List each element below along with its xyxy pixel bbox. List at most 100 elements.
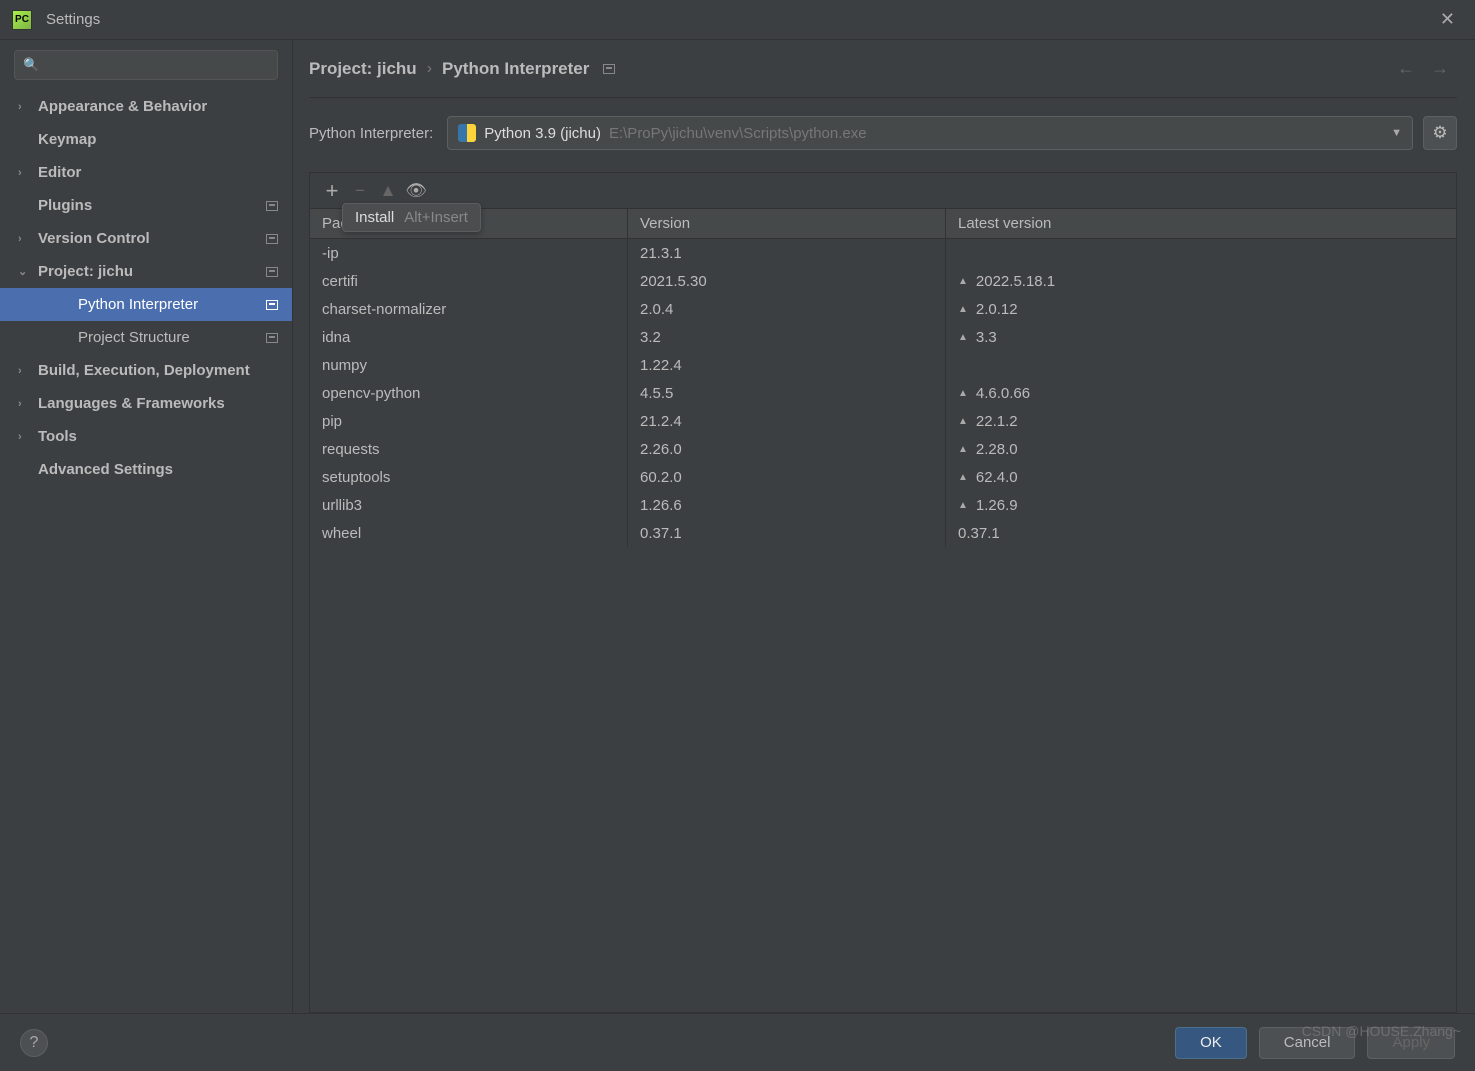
table-row[interactable]: numpy1.22.4: [310, 351, 1456, 379]
cell-package: idna: [310, 323, 628, 351]
window-title: Settings: [46, 11, 100, 28]
cell-version: 60.2.0: [628, 463, 946, 491]
cell-version: 2021.5.30: [628, 267, 946, 295]
sidebar-item-project-jichu[interactable]: ⌄Project: jichu: [0, 255, 292, 288]
chevron-icon: ›: [18, 431, 32, 443]
project-settings-icon: [266, 201, 278, 211]
cell-package: numpy: [310, 351, 628, 379]
header-latest[interactable]: Latest version: [946, 209, 1456, 238]
sidebar-item-keymap[interactable]: ›Keymap: [0, 123, 292, 156]
upgrade-available-icon: ▲: [958, 276, 968, 287]
gear-icon[interactable]: ⚙: [1423, 116, 1457, 150]
cell-package: requests: [310, 435, 628, 463]
sidebar-item-project-structure[interactable]: ›Project Structure: [0, 321, 292, 354]
project-settings-icon: [603, 64, 615, 74]
cell-latest: [946, 239, 1456, 267]
table-row[interactable]: -ip21.3.1: [310, 239, 1456, 267]
remove-package-button[interactable]: −: [346, 177, 374, 205]
ok-button[interactable]: OK: [1175, 1027, 1247, 1059]
sidebar-item-tools[interactable]: › Tools: [0, 420, 292, 453]
project-settings-icon: [266, 267, 278, 277]
sidebar-item-python-interpreter[interactable]: ›Python Interpreter: [0, 288, 292, 321]
upgrade-package-button[interactable]: ▲: [374, 177, 402, 205]
sidebar-item-advanced-settings[interactable]: ›Advanced Settings: [0, 453, 292, 486]
cell-latest: ▲62.4.0: [946, 463, 1456, 491]
sidebar-item-label: Project: jichu: [38, 263, 266, 280]
close-icon[interactable]: ✕: [1432, 5, 1463, 34]
help-button[interactable]: ?: [20, 1029, 48, 1057]
project-settings-icon: [266, 234, 278, 244]
interpreter-path: E:\ProPy\jichu\venv\Scripts\python.exe: [609, 125, 1391, 142]
interpreter-name: Python 3.9 (jichu): [484, 125, 601, 142]
table-row[interactable]: setuptools60.2.0▲62.4.0: [310, 463, 1456, 491]
latest-version-text: 1.26.9: [976, 497, 1018, 514]
table-row[interactable]: pip21.2.4▲22.1.2: [310, 407, 1456, 435]
sidebar-item-label: Appearance & Behavior: [38, 98, 278, 115]
cell-version: 3.2: [628, 323, 946, 351]
upgrade-available-icon: ▲: [958, 444, 968, 455]
upgrade-available-icon: ▲: [958, 500, 968, 511]
table-row[interactable]: charset-normalizer2.0.4▲2.0.12: [310, 295, 1456, 323]
tooltip-action: Install: [355, 209, 394, 226]
cell-package: charset-normalizer: [310, 295, 628, 323]
sidebar-item-languages-frameworks[interactable]: ›Languages & Frameworks: [0, 387, 292, 420]
interpreter-select[interactable]: Python 3.9 (jichu) E:\ProPy\jichu\venv\S…: [447, 116, 1413, 150]
sidebar-item-build-execution-deployment[interactable]: ›Build, Execution, Deployment: [0, 354, 292, 387]
python-icon: [458, 124, 476, 142]
table-row[interactable]: idna3.2▲3.3: [310, 323, 1456, 351]
cell-package: opencv-python: [310, 379, 628, 407]
sidebar-item-version-control[interactable]: › Version Control: [0, 222, 292, 255]
packages-table-body: -ip21.3.1certifi2021.5.30▲2022.5.18.1cha…: [310, 239, 1456, 1012]
cell-package: urllib3: [310, 491, 628, 519]
chevron-icon: ›: [18, 167, 32, 179]
cell-latest: ▲22.1.2: [946, 407, 1456, 435]
sidebar-item-plugins[interactable]: ›Plugins: [0, 189, 292, 222]
sidebar-item-appearance-behavior[interactable]: ›Appearance & Behavior: [0, 90, 292, 123]
cell-package: pip: [310, 407, 628, 435]
chevron-icon: ›: [18, 233, 32, 245]
sidebar-item-label: Version Control: [38, 230, 266, 247]
cancel-button[interactable]: Cancel: [1259, 1027, 1356, 1059]
table-row[interactable]: requests2.26.0▲2.28.0: [310, 435, 1456, 463]
sidebar-item-label: Python Interpreter: [78, 296, 266, 313]
table-row[interactable]: certifi2021.5.30▲2022.5.18.1: [310, 267, 1456, 295]
sidebar-item-label: Build, Execution, Deployment: [38, 362, 278, 379]
search-input[interactable]: 🔍: [14, 50, 278, 80]
sidebar-item-label: Project Structure: [78, 329, 266, 346]
app-icon: [12, 10, 32, 30]
show-early-releases-button[interactable]: 👁: [402, 177, 430, 205]
sidebar-item-label: Languages & Frameworks: [38, 395, 278, 412]
cell-version: 0.37.1: [628, 519, 946, 547]
cell-latest: ▲4.6.0.66: [946, 379, 1456, 407]
packages-panel: + − ▲ 👁 Install Alt+Insert Package Versi…: [309, 172, 1457, 1013]
add-package-button[interactable]: +: [318, 177, 346, 205]
nav-back-icon[interactable]: ←: [1389, 58, 1423, 79]
upgrade-available-icon: ▲: [958, 332, 968, 343]
sidebar-item-label: Advanced Settings: [38, 461, 278, 478]
upgrade-available-icon: ▲: [958, 416, 968, 427]
project-settings-icon: [266, 300, 278, 310]
sidebar-item-label: Tools: [38, 428, 278, 445]
table-row[interactable]: wheel0.37.10.37.1: [310, 519, 1456, 547]
table-row[interactable]: urllib31.26.6 ▲ 1.26.9: [310, 491, 1456, 519]
latest-version-text: 4.6.0.66: [976, 385, 1030, 402]
cell-version: 1.22.4: [628, 351, 946, 379]
nav-forward-icon[interactable]: →: [1423, 58, 1457, 79]
header-version[interactable]: Version: [628, 209, 946, 238]
title-bar: Settings ✕: [0, 0, 1475, 40]
interpreter-label: Python Interpreter:: [309, 125, 433, 142]
cell-latest: ▲2.28.0: [946, 435, 1456, 463]
cell-latest: 0.37.1: [946, 519, 1456, 547]
apply-button[interactable]: Apply: [1367, 1027, 1455, 1059]
cell-version: 1.26.6: [628, 491, 946, 519]
upgrade-available-icon: ▲: [958, 472, 968, 483]
breadcrumb-project[interactable]: Project: jichu: [309, 59, 417, 79]
cell-version: 2.26.0: [628, 435, 946, 463]
sidebar-item-label: Plugins: [38, 197, 266, 214]
sidebar-item-editor[interactable]: › Editor: [0, 156, 292, 189]
cell-version: 4.5.5: [628, 379, 946, 407]
sidebar-item-label: Editor: [38, 164, 278, 181]
table-row[interactable]: opencv-python4.5.5▲4.6.0.66: [310, 379, 1456, 407]
cell-version: 21.3.1: [628, 239, 946, 267]
breadcrumb-page: Python Interpreter: [442, 59, 589, 79]
